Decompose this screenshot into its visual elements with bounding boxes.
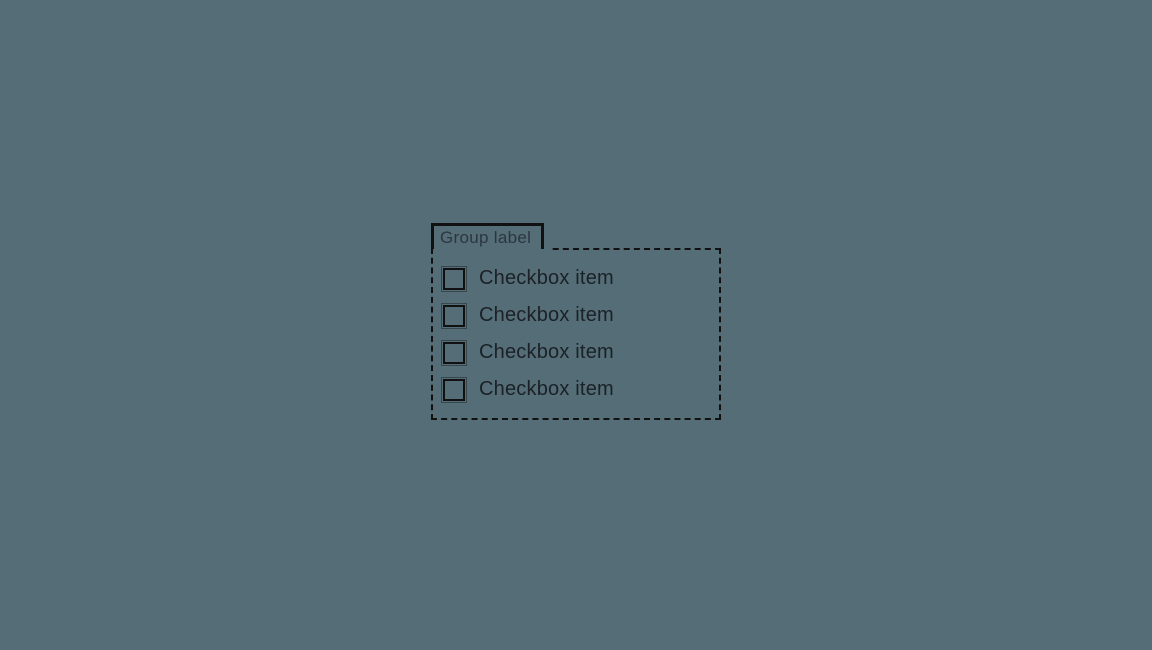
checkbox-box-icon[interactable]	[443, 268, 465, 290]
checkbox-item-label: Checkbox item	[479, 378, 614, 401]
group-box: Checkbox item Checkbox item Checkbox ite…	[431, 248, 721, 420]
checkbox-item[interactable]: Checkbox item	[443, 334, 707, 371]
checkbox-item[interactable]: Checkbox item	[443, 297, 707, 334]
checkbox-box-icon[interactable]	[443, 342, 465, 364]
checkbox-box-icon[interactable]	[443, 379, 465, 401]
checkbox-item-label: Checkbox item	[479, 267, 614, 290]
checkbox-item[interactable]: Checkbox item	[443, 260, 707, 297]
checkbox-item-label: Checkbox item	[479, 304, 614, 327]
group-label: Group label	[431, 223, 544, 249]
checkbox-box-icon[interactable]	[443, 305, 465, 327]
checkbox-item-label: Checkbox item	[479, 341, 614, 364]
checkbox-group: Group label Checkbox item Checkbox item …	[431, 222, 721, 420]
checkbox-item[interactable]: Checkbox item	[443, 371, 707, 408]
